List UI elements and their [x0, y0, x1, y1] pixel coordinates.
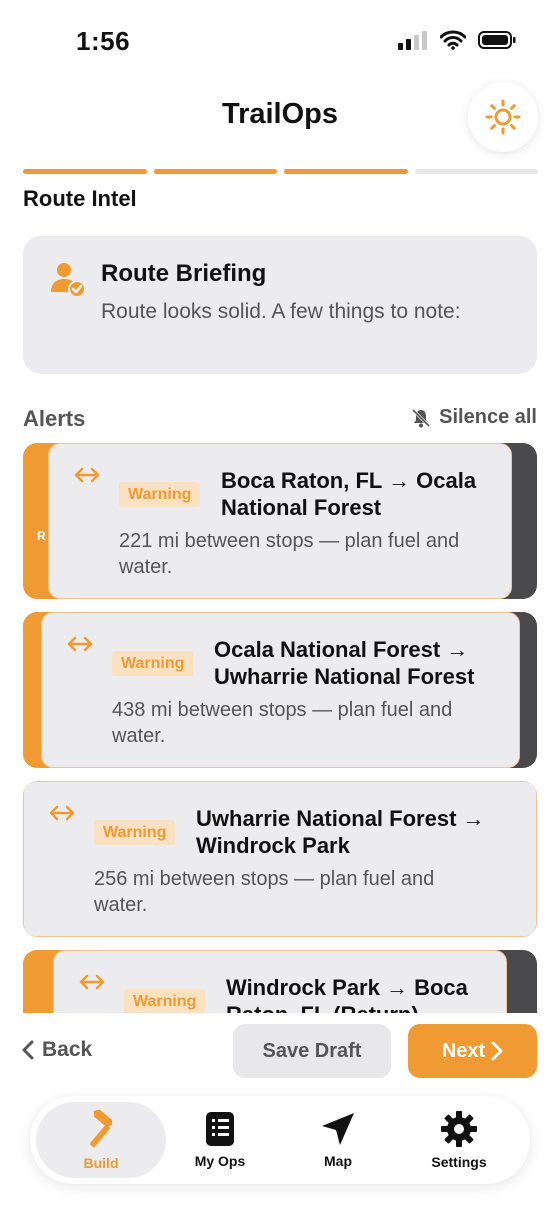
progress-segment [23, 169, 147, 174]
alerts-label: Alerts [23, 406, 86, 431]
theme-toggle-button[interactable] [468, 82, 538, 152]
tab-label: My Ops [194, 1153, 246, 1169]
tab-settings[interactable]: Settings [394, 1102, 524, 1178]
route-briefing-card: Route Briefing Route looks solid. A few … [23, 236, 537, 374]
alerts-header: Alerts Silence all [23, 404, 537, 434]
next-button[interactable]: Next [408, 1024, 537, 1078]
alert-description: 438 mi between stops — plan fuel and wat… [112, 699, 453, 747]
alert-description: 256 mi between stops — plan fuel and wat… [94, 868, 435, 916]
alerts-list[interactable]: R Warning Boca Raton, FL → Ocala Nationa… [0, 443, 560, 1013]
alert-card[interactable]: Warning Boca Raton, FL → Ocala National … [48, 443, 512, 599]
chevron-left-icon [22, 1040, 34, 1060]
alert-row[interactable]: Warning Uwharrie National Forest → Windr… [23, 781, 537, 937]
alert-title: Uwharrie National Forest → Windrock Park [196, 806, 485, 858]
hammer-icon [90, 1109, 113, 1148]
section-title: Route Intel [23, 186, 137, 211]
save-draft-label: Save Draft [262, 1039, 362, 1062]
tab-label: Settings [431, 1154, 487, 1170]
alert-description: 221 mi between stops — plan fuel and wat… [119, 530, 460, 578]
battery-icon [478, 31, 516, 49]
wizard-actions: Back Save Draft Next [0, 1024, 560, 1080]
swap-arrows-icon [79, 974, 105, 990]
next-label: Next [441, 1039, 486, 1062]
warning-badge: Warning [124, 989, 206, 1013]
signal-icon [398, 31, 427, 50]
alert-title: Ocala National Forest → Uwharrie Nationa… [214, 637, 475, 689]
tab-build[interactable]: Build [36, 1102, 166, 1178]
silence-all-button[interactable]: Silence all [411, 406, 537, 429]
alert-row[interactable]: R Warning Boca Raton, FL → Ocala Nationa… [23, 443, 537, 599]
navigation-arrow-icon [322, 1113, 354, 1145]
save-draft-button[interactable]: Save Draft [233, 1024, 391, 1078]
progress-segment [153, 169, 277, 174]
briefing-title: Route Briefing [101, 260, 267, 287]
gear-icon [441, 1111, 477, 1147]
wifi-icon [440, 30, 466, 50]
alert-row[interactable]: Warning Windrock Park → Boca Raton, FL (… [23, 950, 537, 1013]
alert-card[interactable]: Warning Windrock Park → Boca Raton, FL (… [53, 950, 507, 1013]
step-progress [23, 169, 538, 174]
alert-row[interactable]: Warning Ocala National Forest → Uwharrie… [23, 612, 537, 768]
swipe-action-label: R [37, 529, 46, 543]
tab-label: Build [83, 1155, 119, 1171]
warning-badge: Warning [119, 482, 201, 507]
alert-card[interactable]: Warning Ocala National Forest → Uwharrie… [41, 612, 520, 768]
status-icons [398, 30, 516, 50]
notebook-icon [206, 1112, 234, 1146]
app-header: TrailOps [0, 80, 560, 158]
back-button[interactable]: Back [22, 1038, 92, 1062]
progress-segment [414, 169, 538, 174]
alert-title: Boca Raton, FL → Ocala National Forest [221, 468, 477, 520]
status-bar: 1:56 [0, 0, 560, 80]
swap-arrows-icon [74, 467, 100, 483]
chevron-right-icon [491, 1041, 503, 1061]
warning-badge: Warning [94, 820, 176, 845]
tab-map[interactable]: Map [273, 1102, 403, 1178]
alert-title: Windrock Park → Boca Raton, FL (Return) [226, 975, 468, 1013]
sun-icon [485, 99, 521, 135]
swap-arrows-icon [67, 636, 93, 652]
tab-label: Map [324, 1153, 352, 1169]
alert-card[interactable]: Warning Uwharrie National Forest → Windr… [23, 781, 537, 937]
swap-arrows-icon [49, 805, 75, 821]
user-check-icon [51, 263, 86, 298]
silence-all-label: Silence all [439, 406, 537, 428]
bell-slash-icon [412, 408, 431, 427]
status-time: 1:56 [76, 26, 131, 56]
back-label: Back [42, 1038, 93, 1061]
tab-bar: Build My Ops Map Settings [30, 1096, 530, 1184]
briefing-text: Route looks solid. A few things to note: [101, 300, 461, 323]
warning-badge: Warning [112, 651, 194, 676]
tab-my-ops[interactable]: My Ops [155, 1102, 285, 1178]
progress-segment [284, 169, 408, 174]
